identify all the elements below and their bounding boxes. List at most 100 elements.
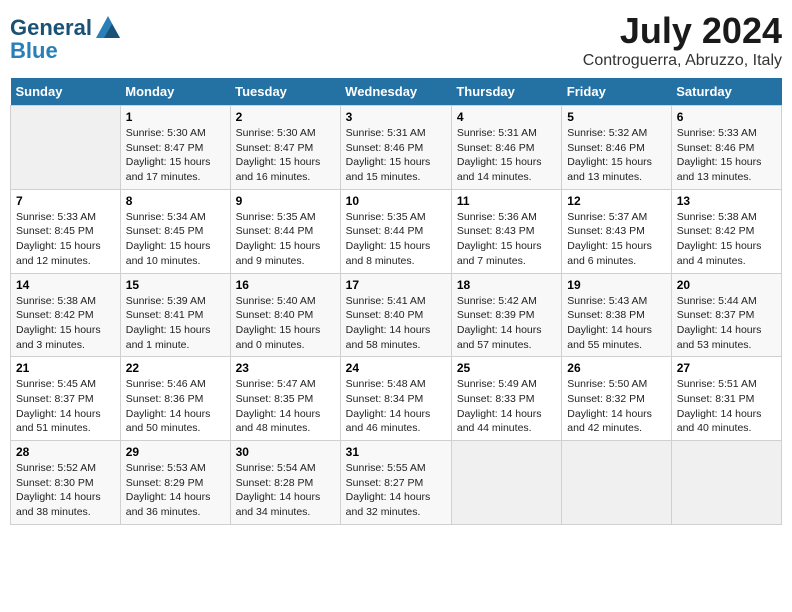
calendar-week-row: 7Sunrise: 5:33 AMSunset: 8:45 PMDaylight… — [11, 189, 782, 273]
calendar-week-row: 21 Sunrise: 5:45 AMSunset: 8:37 PMDayligh… — [11, 357, 782, 441]
day-number: 1 — [126, 110, 225, 124]
calendar-week-row: 14 Sunrise: 5:38 AMSunset: 8:42 PMDayligh… — [11, 273, 782, 357]
calendar-cell: 12Sunrise: 5:37 AMSunset: 8:43 PMDayligh… — [562, 189, 671, 273]
day-number: 21 — [16, 361, 115, 375]
calendar-cell: 14 Sunrise: 5:38 AMSunset: 8:42 PMDayligh… — [11, 273, 121, 357]
calendar-cell: 18Sunrise: 5:42 AMSunset: 8:39 PMDayligh… — [451, 273, 561, 357]
day-number: 17 — [346, 278, 446, 292]
calendar-cell: 30 Sunrise: 5:54 AMSunset: 8:28 PMDayligh… — [230, 441, 340, 525]
calendar-cell: 13 Sunrise: 5:38 AMSunset: 8:42 PMDayligh… — [671, 189, 781, 273]
day-info: Sunrise: 5:35 AMSunset: 8:44 PMDaylight:… — [236, 210, 335, 269]
calendar-cell: 6 Sunrise: 5:33 AMSunset: 8:46 PMDaylight… — [671, 106, 781, 190]
day-info: Sunrise: 5:45 AMSunset: 8:37 PMDaylight:… — [16, 377, 115, 436]
logo: General Blue — [10, 14, 122, 64]
calendar-cell: 11 Sunrise: 5:36 AMSunset: 8:43 PMDayligh… — [451, 189, 561, 273]
day-number: 30 — [236, 445, 335, 459]
day-number: 15 — [126, 278, 225, 292]
day-info: Sunrise: 5:55 AMSunset: 8:27 PMDaylight:… — [346, 461, 446, 520]
day-info: Sunrise: 5:33 AMSunset: 8:46 PMDaylight:… — [677, 126, 776, 185]
day-number: 5 — [567, 110, 665, 124]
calendar-cell: 16 Sunrise: 5:40 AMSunset: 8:40 PMDayligh… — [230, 273, 340, 357]
calendar-cell: 27 Sunrise: 5:51 AMSunset: 8:31 PMDayligh… — [671, 357, 781, 441]
day-info: Sunrise: 5:31 AMSunset: 8:46 PMDaylight:… — [346, 126, 446, 185]
calendar-header-row: SundayMondayTuesdayWednesdayThursdayFrid… — [11, 78, 782, 106]
calendar-header-wednesday: Wednesday — [340, 78, 451, 106]
day-info: Sunrise: 5:37 AMSunset: 8:43 PMDaylight:… — [567, 210, 665, 269]
day-info: Sunrise: 5:44 AMSunset: 8:37 PMDaylight:… — [677, 294, 776, 353]
day-info: Sunrise: 5:40 AMSunset: 8:40 PMDaylight:… — [236, 294, 335, 353]
title-block: July 2024 Controguerra, Abruzzo, Italy — [583, 10, 782, 70]
day-number: 26 — [567, 361, 665, 375]
calendar-cell: 19Sunrise: 5:43 AMSunset: 8:38 PMDayligh… — [562, 273, 671, 357]
calendar-cell: 21 Sunrise: 5:45 AMSunset: 8:37 PMDayligh… — [11, 357, 121, 441]
day-number: 22 — [126, 361, 225, 375]
day-info: Sunrise: 5:49 AMSunset: 8:33 PMDaylight:… — [457, 377, 556, 436]
day-number: 14 — [16, 278, 115, 292]
subtitle: Controguerra, Abruzzo, Italy — [583, 52, 782, 70]
calendar-cell: 17 Sunrise: 5:41 AMSunset: 8:40 PMDayligh… — [340, 273, 451, 357]
calendar-header-sunday: Sunday — [11, 78, 121, 106]
calendar-cell — [451, 441, 561, 525]
day-info: Sunrise: 5:41 AMSunset: 8:40 PMDaylight:… — [346, 294, 446, 353]
day-number: 20 — [677, 278, 776, 292]
calendar-cell: 23Sunrise: 5:47 AMSunset: 8:35 PMDayligh… — [230, 357, 340, 441]
calendar-cell: 3 Sunrise: 5:31 AMSunset: 8:46 PMDaylight… — [340, 106, 451, 190]
calendar-cell: 31 Sunrise: 5:55 AMSunset: 8:27 PMDayligh… — [340, 441, 451, 525]
calendar-cell: 20 Sunrise: 5:44 AMSunset: 8:37 PMDayligh… — [671, 273, 781, 357]
calendar-cell: 24 Sunrise: 5:48 AMSunset: 8:34 PMDayligh… — [340, 357, 451, 441]
day-number: 8 — [126, 194, 225, 208]
day-number: 9 — [236, 194, 335, 208]
day-number: 29 — [126, 445, 225, 459]
calendar-cell — [671, 441, 781, 525]
day-info: Sunrise: 5:46 AMSunset: 8:36 PMDaylight:… — [126, 377, 225, 436]
calendar-cell: 4 Sunrise: 5:31 AMSunset: 8:46 PMDaylight… — [451, 106, 561, 190]
day-number: 24 — [346, 361, 446, 375]
day-info: Sunrise: 5:38 AMSunset: 8:42 PMDaylight:… — [16, 294, 115, 353]
day-info: Sunrise: 5:31 AMSunset: 8:46 PMDaylight:… — [457, 126, 556, 185]
day-number: 11 — [457, 194, 556, 208]
calendar-cell: 15 Sunrise: 5:39 AMSunset: 8:41 PMDayligh… — [120, 273, 230, 357]
day-info: Sunrise: 5:34 AMSunset: 8:45 PMDaylight:… — [126, 210, 225, 269]
day-number: 19 — [567, 278, 665, 292]
day-number: 31 — [346, 445, 446, 459]
calendar-week-row: 1 Sunrise: 5:30 AMSunset: 8:47 PMDaylight… — [11, 106, 782, 190]
day-number: 27 — [677, 361, 776, 375]
day-number: 4 — [457, 110, 556, 124]
calendar-cell — [562, 441, 671, 525]
day-info: Sunrise: 5:30 AMSunset: 8:47 PMDaylight:… — [126, 126, 225, 185]
calendar-cell: 28Sunrise: 5:52 AMSunset: 8:30 PMDayligh… — [11, 441, 121, 525]
day-info: Sunrise: 5:38 AMSunset: 8:42 PMDaylight:… — [677, 210, 776, 269]
calendar-header-tuesday: Tuesday — [230, 78, 340, 106]
calendar-header-thursday: Thursday — [451, 78, 561, 106]
day-number: 18 — [457, 278, 556, 292]
day-info: Sunrise: 5:51 AMSunset: 8:31 PMDaylight:… — [677, 377, 776, 436]
day-number: 13 — [677, 194, 776, 208]
calendar-header-friday: Friday — [562, 78, 671, 106]
day-info: Sunrise: 5:50 AMSunset: 8:32 PMDaylight:… — [567, 377, 665, 436]
day-number: 16 — [236, 278, 335, 292]
calendar-cell: 2 Sunrise: 5:30 AMSunset: 8:47 PMDaylight… — [230, 106, 340, 190]
calendar-cell: 10Sunrise: 5:35 AMSunset: 8:44 PMDayligh… — [340, 189, 451, 273]
day-info: Sunrise: 5:54 AMSunset: 8:28 PMDaylight:… — [236, 461, 335, 520]
day-number: 25 — [457, 361, 556, 375]
calendar-cell: 8 Sunrise: 5:34 AMSunset: 8:45 PMDaylight… — [120, 189, 230, 273]
calendar-cell: 25 Sunrise: 5:49 AMSunset: 8:33 PMDayligh… — [451, 357, 561, 441]
day-info: Sunrise: 5:30 AMSunset: 8:47 PMDaylight:… — [236, 126, 335, 185]
calendar-header-monday: Monday — [120, 78, 230, 106]
calendar-cell: 1 Sunrise: 5:30 AMSunset: 8:47 PMDaylight… — [120, 106, 230, 190]
day-info: Sunrise: 5:36 AMSunset: 8:43 PMDaylight:… — [457, 210, 556, 269]
page-header: General Blue July 2024 Controguerra, Abr… — [10, 10, 782, 70]
day-info: Sunrise: 5:39 AMSunset: 8:41 PMDaylight:… — [126, 294, 225, 353]
calendar-header-saturday: Saturday — [671, 78, 781, 106]
day-number: 6 — [677, 110, 776, 124]
day-number: 3 — [346, 110, 446, 124]
calendar-week-row: 28Sunrise: 5:52 AMSunset: 8:30 PMDayligh… — [11, 441, 782, 525]
main-title: July 2024 — [583, 10, 782, 52]
calendar-cell: 26 Sunrise: 5:50 AMSunset: 8:32 PMDayligh… — [562, 357, 671, 441]
logo-icon — [94, 14, 122, 42]
day-number: 2 — [236, 110, 335, 124]
day-info: Sunrise: 5:52 AMSunset: 8:30 PMDaylight:… — [16, 461, 115, 520]
day-info: Sunrise: 5:53 AMSunset: 8:29 PMDaylight:… — [126, 461, 225, 520]
day-number: 23 — [236, 361, 335, 375]
day-info: Sunrise: 5:48 AMSunset: 8:34 PMDaylight:… — [346, 377, 446, 436]
